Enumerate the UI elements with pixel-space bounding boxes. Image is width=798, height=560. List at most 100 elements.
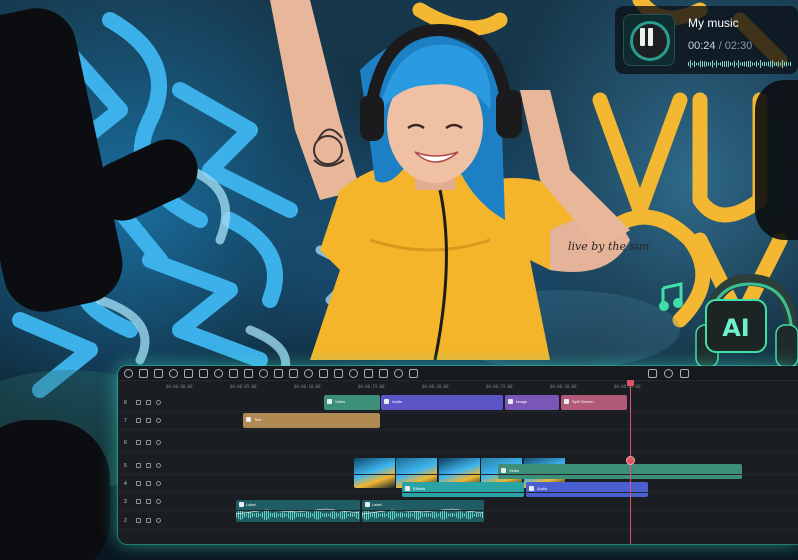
clip-effects[interactable]: Effects xyxy=(402,482,524,497)
mute-icon[interactable] xyxy=(146,499,151,504)
transform-icon[interactable] xyxy=(364,369,373,378)
grid-icon[interactable] xyxy=(124,369,133,378)
marker-icon[interactable] xyxy=(409,369,418,378)
clip-text[interactable]: Text xyxy=(243,413,380,428)
clip-image[interactable]: Image xyxy=(505,395,559,410)
raised-hand-right xyxy=(755,80,798,240)
clip-label: Split Screen xyxy=(572,399,594,404)
crop-icon[interactable] xyxy=(199,369,208,378)
freeze-icon[interactable] xyxy=(289,369,298,378)
mute-icon[interactable] xyxy=(146,400,151,405)
video-editor-timeline: 00:00:00:00 00:00:05:00 00:00:10:00 00:00:1… xyxy=(118,366,798,544)
pause-icon[interactable] xyxy=(639,28,655,46)
track-header[interactable]: 5 xyxy=(118,457,166,475)
playhead[interactable] xyxy=(626,380,635,544)
ruler-tick-label: 00:00:25:00 xyxy=(486,384,513,389)
lock-icon[interactable] xyxy=(136,463,141,468)
audio-icon[interactable] xyxy=(334,369,343,378)
clip-label: Text xyxy=(254,417,262,422)
music-disc[interactable] xyxy=(623,14,675,66)
forearm-tattoo: live by the sun xyxy=(568,240,649,253)
cut-icon[interactable] xyxy=(214,369,223,378)
eye-icon[interactable] xyxy=(156,499,161,504)
clip-label: Video xyxy=(509,468,520,473)
speed-icon[interactable] xyxy=(259,369,268,378)
clip-audio[interactable]: Audio xyxy=(381,395,503,410)
ai-headphones-badge: AI xyxy=(695,273,798,368)
track-divider xyxy=(118,529,798,530)
mask-icon[interactable] xyxy=(244,369,253,378)
time-ruler[interactable]: 00:00:00:00 00:00:05:00 00:00:10:00 00:00:1… xyxy=(166,384,798,393)
ai-label: AI xyxy=(722,314,750,342)
lock-icon[interactable] xyxy=(136,481,141,486)
clip-videos[interactable]: Video xyxy=(324,395,380,410)
ruler-tick-label: 00:00:00:00 xyxy=(166,384,193,389)
text-icon[interactable] xyxy=(379,369,388,378)
color-icon[interactable] xyxy=(229,369,238,378)
undo-icon[interactable] xyxy=(139,369,148,378)
track-header[interactable]: 8 xyxy=(118,394,166,412)
lock-icon[interactable] xyxy=(136,499,141,504)
clip-icon xyxy=(327,399,332,404)
redo-icon[interactable] xyxy=(154,369,163,378)
clip-label: Effects xyxy=(413,486,426,491)
music-note-icon xyxy=(659,282,683,311)
track-divider xyxy=(118,474,798,475)
track-divider xyxy=(118,492,798,493)
keyframe-icon[interactable] xyxy=(349,369,358,378)
track-header[interactable]: 6 xyxy=(118,434,166,452)
mixer-icon[interactable] xyxy=(664,369,673,378)
mute-icon[interactable] xyxy=(146,518,151,523)
track-number: 5 xyxy=(124,463,127,469)
eye-icon[interactable] xyxy=(156,481,161,486)
eye-icon[interactable] xyxy=(156,463,161,468)
audio-track-label-2[interactable]: Label xyxy=(362,500,484,522)
stabilize-icon[interactable] xyxy=(319,369,328,378)
track-header[interactable]: 2 xyxy=(118,512,166,530)
playhead-cap[interactable] xyxy=(627,380,634,386)
track-header[interactable]: 7 xyxy=(118,412,166,430)
split-icon[interactable] xyxy=(184,369,193,378)
video-thumbnail xyxy=(354,458,396,488)
clip-icon xyxy=(564,399,569,404)
crowd-shadow xyxy=(0,420,110,560)
lock-icon[interactable] xyxy=(136,518,141,523)
delete-icon[interactable] xyxy=(169,369,178,378)
lock-icon[interactable] xyxy=(136,440,141,445)
clip-icon xyxy=(501,468,506,473)
mute-icon[interactable] xyxy=(146,418,151,423)
lock-icon[interactable] xyxy=(136,418,141,423)
mute-icon[interactable] xyxy=(146,463,151,468)
track-number: 2 xyxy=(124,518,127,524)
snap-icon[interactable] xyxy=(394,369,403,378)
eye-icon[interactable] xyxy=(156,418,161,423)
eye-icon[interactable] xyxy=(156,518,161,523)
ruler-tick-label: 00:00:15:00 xyxy=(358,384,385,389)
track-header[interactable]: 3 xyxy=(118,493,166,511)
clip-video[interactable]: Video xyxy=(498,464,742,479)
track-number: 4 xyxy=(124,481,127,487)
ruler-tick-label: 00:00:05:00 xyxy=(230,384,257,389)
zoom-icon[interactable] xyxy=(680,369,689,378)
playhead-knob[interactable] xyxy=(626,456,635,465)
track-divider xyxy=(118,429,798,430)
voice-icon[interactable] xyxy=(648,369,657,378)
audio-track-label-1[interactable]: Label xyxy=(236,500,360,522)
track-divider xyxy=(118,510,798,511)
track-number: 8 xyxy=(124,400,127,406)
clip-icon xyxy=(508,399,513,404)
fit-icon[interactable] xyxy=(304,369,313,378)
clip-icon xyxy=(384,399,389,404)
lock-icon[interactable] xyxy=(136,400,141,405)
eye-icon[interactable] xyxy=(156,440,161,445)
mute-icon[interactable] xyxy=(146,440,151,445)
music-time: 00:24 / 02:30 xyxy=(688,40,752,52)
track-header[interactable]: 4 xyxy=(118,475,166,493)
eye-icon[interactable] xyxy=(156,400,161,405)
timer-icon[interactable] xyxy=(274,369,283,378)
track-number: 6 xyxy=(124,440,127,446)
clip-split-screen[interactable]: Split Screen xyxy=(561,395,627,410)
current-time: 00:24 xyxy=(688,40,716,52)
mute-icon[interactable] xyxy=(146,481,151,486)
clip-label: Video xyxy=(335,399,346,404)
